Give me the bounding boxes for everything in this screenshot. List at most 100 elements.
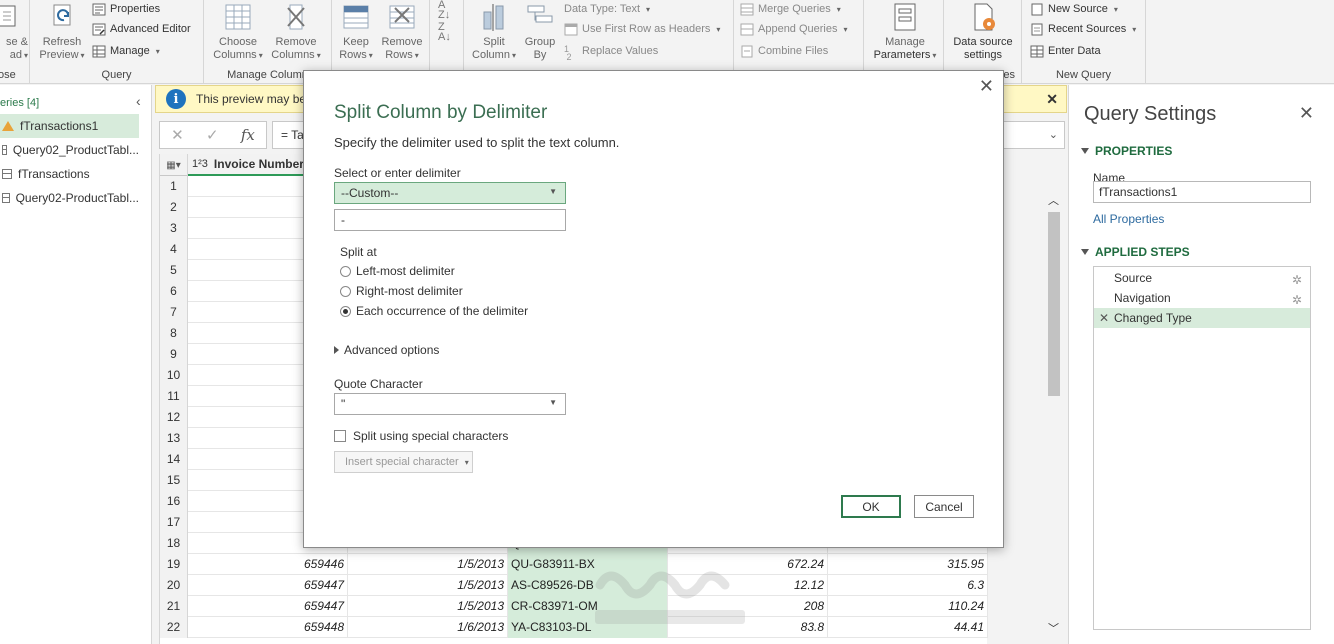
table-cell-invoice[interactable]: 659446 xyxy=(188,554,348,575)
table-cell-amount[interactable]: 83.8 xyxy=(668,617,828,638)
new-source-button[interactable]: New Source ▾ xyxy=(1030,0,1118,18)
group-by-button[interactable]: Group By xyxy=(516,0,564,62)
scroll-down-icon[interactable]: ﹀ xyxy=(1048,620,1059,636)
table-row[interactable]: 21 659447 1/5/2013 CR-C83971-OM 208 110.24 xyxy=(160,596,988,617)
table-cell-cost[interactable]: 110.24 xyxy=(828,596,988,617)
dialog-close-icon[interactable]: ✕ xyxy=(979,76,994,97)
manage-button[interactable]: Manage ▾ xyxy=(92,42,160,60)
table-row[interactable]: 19 659446 1/5/2013 QU-G83911-BX 672.24 315.95 xyxy=(160,554,988,575)
custom-delimiter-input[interactable]: - xyxy=(334,209,566,231)
row-number[interactable]: 8 xyxy=(160,323,188,344)
table-cell-code[interactable]: AS-C89526-DB xyxy=(508,575,668,596)
radio-left-most[interactable]: Left-most delimiter xyxy=(340,264,455,278)
info-close-icon[interactable]: ✕ xyxy=(1046,91,1058,108)
row-number[interactable]: 9 xyxy=(160,344,188,365)
manage-parameters-button[interactable]: Manage Parameters ▾ xyxy=(870,0,940,62)
table-cell-amount[interactable]: 208 xyxy=(668,596,828,617)
table-cell-date[interactable]: 1/5/2013 xyxy=(348,596,508,617)
advanced-options-toggle[interactable]: Advanced options xyxy=(334,343,439,357)
sort-ascending-icon[interactable]: A Z↓ xyxy=(438,0,450,21)
data-type-button[interactable]: Data Type: Text ▾ xyxy=(564,0,650,18)
whole-number-type-icon[interactable]: 1²3 xyxy=(192,158,208,170)
insert-special-character-button[interactable]: Insert special character ▾ xyxy=(334,451,473,473)
data-source-settings-button[interactable]: Data source settings xyxy=(946,0,1020,62)
row-number[interactable]: 13 xyxy=(160,428,188,449)
collapse-panel-icon[interactable]: ‹ xyxy=(136,93,141,109)
table-cell-cost[interactable]: 6.3 xyxy=(828,575,988,596)
table-cell-invoice[interactable]: 659447 xyxy=(188,596,348,617)
keep-rows-button[interactable]: Keep Rows ▾ xyxy=(332,0,380,62)
replace-values-button[interactable]: 1 2 Replace Values xyxy=(564,42,658,61)
properties-button[interactable]: Properties xyxy=(92,0,160,18)
table-cell-cost[interactable]: 44.41 xyxy=(828,617,988,638)
recent-sources-button[interactable]: Recent Sources ▾ xyxy=(1030,20,1136,38)
applied-step[interactable]: ✕ Changed Type xyxy=(1094,308,1310,328)
table-row[interactable]: 22 659448 1/6/2013 YA-C83103-DL 83.8 44.41 xyxy=(160,617,988,638)
scroll-up-icon[interactable]: ︿ xyxy=(1048,192,1059,208)
radio-right-most[interactable]: Right-most delimiter xyxy=(340,284,463,298)
applied-steps-section-header[interactable]: APPLIED STEPS xyxy=(1081,245,1190,259)
row-number[interactable]: 22 xyxy=(160,617,188,638)
refresh-preview-button[interactable]: Refresh Preview ▾ xyxy=(34,0,90,62)
query-name-input[interactable]: fTransactions1 xyxy=(1093,181,1311,203)
table-cell-cost[interactable]: 315.95 xyxy=(828,554,988,575)
step-settings-gear-icon[interactable]: ✲ xyxy=(1292,270,1302,290)
row-number[interactable]: 11 xyxy=(160,386,188,407)
remove-rows-button[interactable]: Remove Rows ▾ xyxy=(378,0,426,62)
delimiter-select[interactable]: --Custom-- ▼ xyxy=(334,182,566,204)
advanced-editor-button[interactable]: Advanced Editor xyxy=(92,20,191,38)
applied-step[interactable]: Source ✲ xyxy=(1094,268,1310,288)
radio-each-occurrence[interactable]: Each occurrence of the delimiter xyxy=(340,304,528,318)
table-cell-code[interactable]: QU-G83911-BX xyxy=(508,554,668,575)
cancel-button[interactable]: Cancel xyxy=(914,495,974,518)
sort-descending-icon[interactable]: Z A↓ xyxy=(438,22,451,43)
row-number[interactable]: 19 xyxy=(160,554,188,575)
scroll-thumb[interactable] xyxy=(1048,212,1060,396)
formula-cancel-icon[interactable]: ✕ xyxy=(171,126,184,144)
special-characters-checkbox[interactable]: Split using special characters xyxy=(334,429,508,443)
fx-icon[interactable]: fx xyxy=(241,126,255,144)
formula-commit-icon[interactable]: ✓ xyxy=(206,126,219,144)
enter-data-button[interactable]: Enter Data xyxy=(1030,42,1101,60)
table-cell-date[interactable]: 1/6/2013 xyxy=(348,617,508,638)
grid-vertical-scrollbar[interactable]: ︿ ﹀ xyxy=(1045,182,1063,644)
row-number[interactable]: 15 xyxy=(160,470,188,491)
table-cell-invoice[interactable]: 659448 xyxy=(188,617,348,638)
row-number[interactable]: 14 xyxy=(160,449,188,470)
query-item[interactable]: Query02_ProductTabl... xyxy=(0,138,139,162)
query-settings-close-icon[interactable]: ✕ xyxy=(1299,103,1314,124)
row-number[interactable]: 17 xyxy=(160,512,188,533)
row-number[interactable]: 18 xyxy=(160,533,188,554)
append-queries-button[interactable]: Append Queries ▾ xyxy=(740,20,848,38)
row-number[interactable]: 21 xyxy=(160,596,188,617)
row-number[interactable]: 10 xyxy=(160,365,188,386)
combine-files-button[interactable]: Combine Files xyxy=(740,42,828,60)
choose-columns-button[interactable]: Choose Columns ▾ xyxy=(210,0,266,62)
table-cell-date[interactable]: 1/5/2013 xyxy=(348,554,508,575)
split-column-button[interactable]: Split Column ▾ xyxy=(468,0,520,62)
table-menu-icon[interactable]: ▦▾ xyxy=(160,154,188,176)
row-number[interactable]: 1 xyxy=(160,176,188,197)
remove-columns-button[interactable]: Remove Columns ▾ xyxy=(268,0,324,62)
row-number[interactable]: 5 xyxy=(160,260,188,281)
row-number[interactable]: 4 xyxy=(160,239,188,260)
table-cell-code[interactable]: YA-C83103-DL xyxy=(508,617,668,638)
table-cell-code[interactable]: CR-C83971-OM xyxy=(508,596,668,617)
table-cell-amount[interactable]: 672.24 xyxy=(668,554,828,575)
row-number[interactable]: 3 xyxy=(160,218,188,239)
properties-section-header[interactable]: PROPERTIES xyxy=(1081,144,1172,158)
row-number[interactable]: 2 xyxy=(160,197,188,218)
use-first-row-button[interactable]: Use First Row as Headers ▾ xyxy=(564,20,720,38)
query-item[interactable]: Query02-ProductTabl... xyxy=(0,186,139,210)
table-cell-date[interactable]: 1/5/2013 xyxy=(348,575,508,596)
row-number[interactable]: 7 xyxy=(160,302,188,323)
query-item[interactable]: fTransactions1 xyxy=(0,114,139,138)
applied-step[interactable]: Navigation ✲ xyxy=(1094,288,1310,308)
delete-step-icon[interactable]: ✕ xyxy=(1099,308,1109,328)
table-cell-amount[interactable]: 12.12 xyxy=(668,575,828,596)
row-number[interactable]: 12 xyxy=(160,407,188,428)
close-load-button[interactable]: se & ad ▾ xyxy=(0,0,28,62)
query-item[interactable]: fTransactions xyxy=(0,162,139,186)
table-row[interactable]: 20 659447 1/5/2013 AS-C89526-DB 12.12 6.3 xyxy=(160,575,988,596)
row-number[interactable]: 16 xyxy=(160,491,188,512)
